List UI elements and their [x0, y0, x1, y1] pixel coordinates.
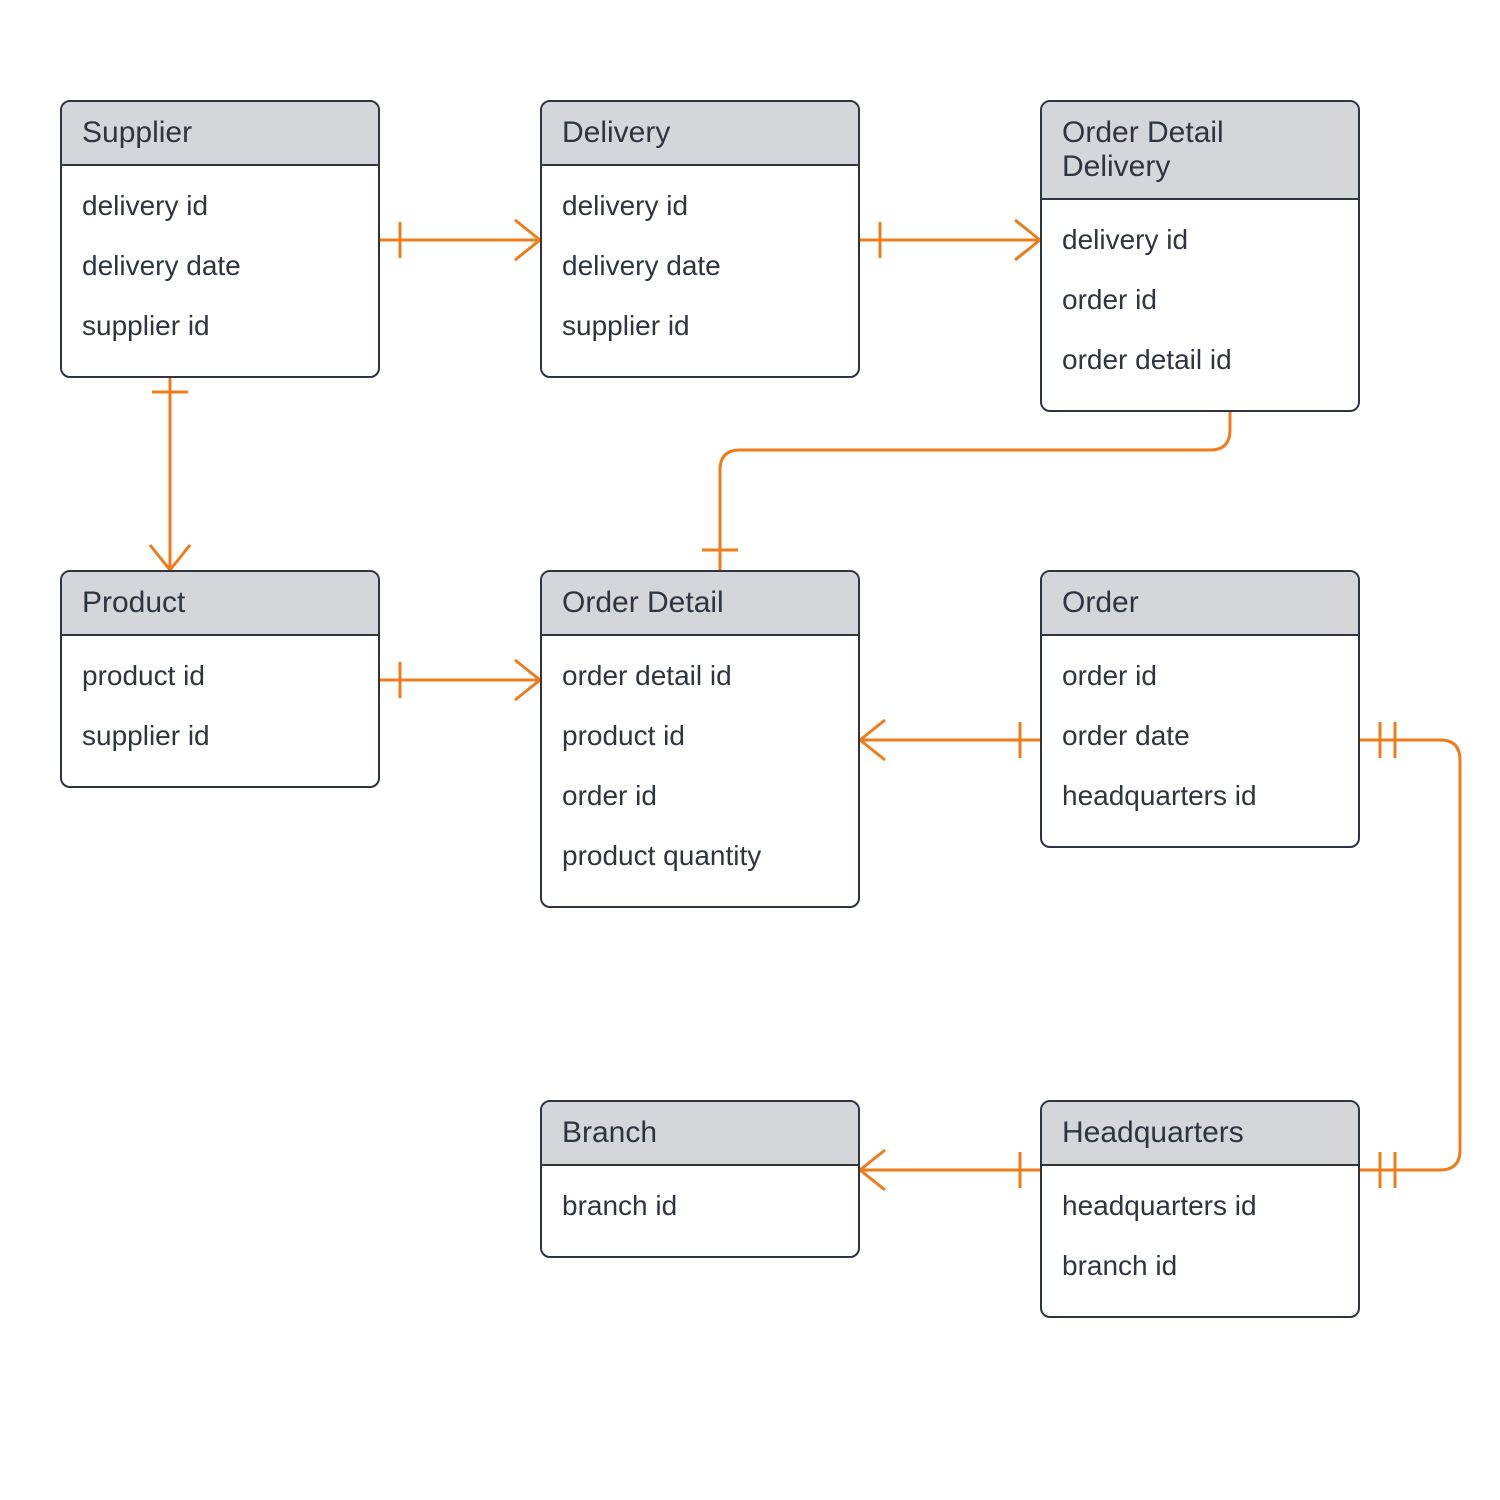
entity-attrs: headquarters id branch id [1042, 1166, 1358, 1316]
entity-attrs: order id order date headquarters id [1042, 636, 1358, 846]
entity-supplier[interactable]: Supplier delivery id delivery date suppl… [60, 100, 380, 378]
er-diagram-canvas: Supplier delivery id delivery date suppl… [0, 0, 1500, 1500]
entity-attr: order id [562, 766, 838, 826]
entity-attr: order date [1062, 706, 1338, 766]
entity-title: Order Detail [542, 572, 858, 636]
entity-attr: branch id [562, 1176, 838, 1236]
entity-title: Order Detail Delivery [1042, 102, 1358, 200]
entity-title: Product [62, 572, 378, 636]
entity-attr: delivery date [562, 236, 838, 296]
entity-attrs: order detail id product id order id prod… [542, 636, 858, 906]
entity-title: Order [1042, 572, 1358, 636]
entity-branch[interactable]: Branch branch id [540, 1100, 860, 1258]
entity-attr: delivery date [82, 236, 358, 296]
entity-attr: headquarters id [1062, 766, 1338, 826]
entity-attr: delivery id [82, 176, 358, 236]
entity-attr: order id [1062, 270, 1338, 330]
entity-product[interactable]: Product product id supplier id [60, 570, 380, 788]
entity-attr: supplier id [562, 296, 838, 356]
entity-order-detail[interactable]: Order Detail order detail id product id … [540, 570, 860, 908]
entity-attr: product id [562, 706, 838, 766]
entity-order[interactable]: Order order id order date headquarters i… [1040, 570, 1360, 848]
entity-title: Branch [542, 1102, 858, 1166]
entity-attr: order id [1062, 646, 1338, 706]
entity-attrs: delivery id delivery date supplier id [542, 166, 858, 376]
entity-attr: headquarters id [1062, 1176, 1338, 1236]
entity-attrs: delivery id order id order detail id [1042, 200, 1358, 410]
entity-title: Delivery [542, 102, 858, 166]
entity-attr: supplier id [82, 296, 358, 356]
entity-attr: supplier id [82, 706, 358, 766]
entity-title: Headquarters [1042, 1102, 1358, 1166]
entity-attrs: branch id [542, 1166, 858, 1256]
entity-delivery[interactable]: Delivery delivery id delivery date suppl… [540, 100, 860, 378]
entity-attr: product quantity [562, 826, 838, 886]
entity-attr: branch id [1062, 1236, 1338, 1296]
entity-attrs: product id supplier id [62, 636, 378, 786]
entity-attr: product id [82, 646, 358, 706]
entity-order-detail-delivery[interactable]: Order Detail Delivery delivery id order … [1040, 100, 1360, 412]
entity-headquarters[interactable]: Headquarters headquarters id branch id [1040, 1100, 1360, 1318]
entity-attr: order detail id [1062, 330, 1338, 390]
entity-attr: delivery id [1062, 210, 1338, 270]
entity-title: Supplier [62, 102, 378, 166]
entity-attrs: delivery id delivery date supplier id [62, 166, 378, 376]
entity-attr: delivery id [562, 176, 838, 236]
entity-attr: order detail id [562, 646, 838, 706]
